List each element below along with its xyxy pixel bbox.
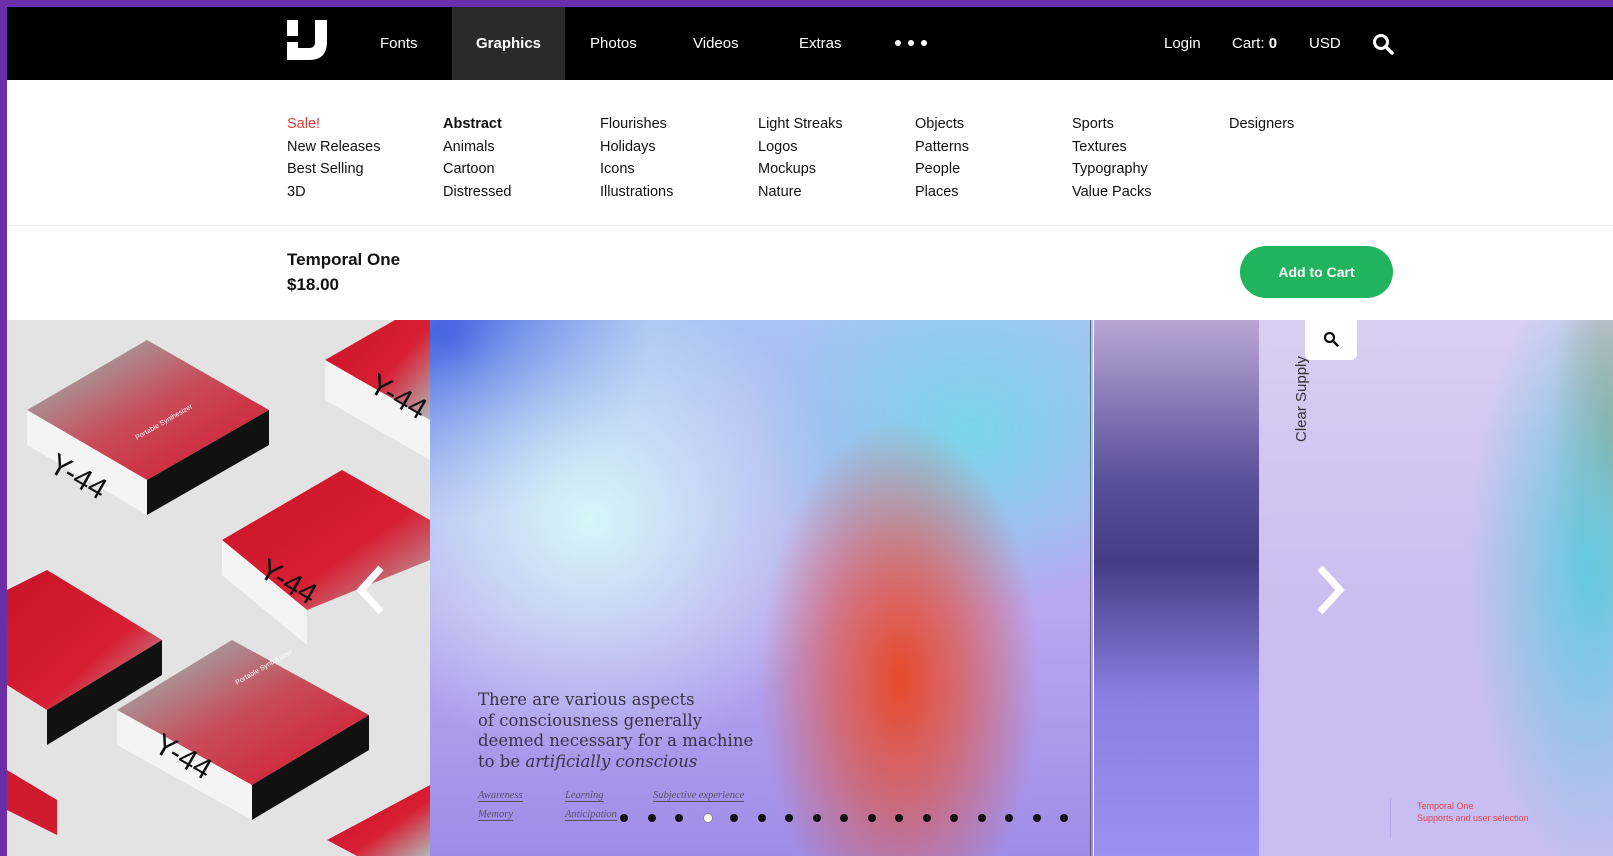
pager-dot[interactable] — [1005, 814, 1013, 822]
pager-dot[interactable] — [785, 814, 793, 822]
add-to-cart-button[interactable]: Add to Cart — [1240, 246, 1393, 298]
pager-dot[interactable] — [950, 814, 958, 822]
pager-dot[interactable] — [647, 814, 656, 822]
menu-item-value-packs[interactable]: Value Packs — [1072, 181, 1152, 204]
cart-label: Cart: — [1232, 35, 1265, 52]
pager-dot[interactable] — [840, 814, 848, 822]
pager-dot[interactable] — [620, 814, 628, 822]
quote-emphasis: artificially conscious — [525, 751, 698, 771]
slide-quote: There are various aspects of consciousne… — [478, 690, 754, 771]
cart-link[interactable]: Cart: 0 — [1232, 7, 1277, 80]
slide-caption: Temporal One Supports and user selection — [1417, 801, 1529, 823]
menu-item-best-selling[interactable]: Best Selling — [287, 158, 381, 181]
product-price: $18.00 — [287, 275, 339, 294]
pager-dot[interactable] — [867, 814, 876, 822]
pager-dot[interactable] — [675, 814, 683, 822]
menu-item-typography[interactable]: Typography — [1072, 158, 1152, 181]
caption-rule — [1390, 798, 1391, 838]
menu-item-logos[interactable]: Logos — [758, 136, 843, 159]
tag-memory: Memory — [478, 809, 513, 821]
menu-item-people[interactable]: People — [915, 158, 969, 181]
chevron-left-icon[interactable] — [351, 562, 391, 618]
gallery-slide-dark-gradient[interactable] — [1094, 320, 1259, 856]
pager-dot[interactable] — [977, 814, 986, 822]
menu-item-illustrations[interactable]: Illustrations — [600, 181, 673, 204]
zoom-icon — [1323, 331, 1339, 347]
menu-column-2: Abstract Animals Cartoon Distressed — [443, 113, 512, 203]
more-dots-icon[interactable] — [895, 33, 929, 53]
menu-item-new-releases[interactable]: New Releases — [287, 136, 381, 159]
nav-extras[interactable]: Extras — [799, 7, 842, 80]
nav-videos[interactable]: Videos — [693, 7, 739, 80]
menu-item-holidays[interactable]: Holidays — [600, 136, 673, 159]
tag-learning: Learning — [565, 790, 604, 802]
tag-subjective-experience: Subjective experience — [653, 790, 745, 802]
logo-icon[interactable] — [287, 20, 327, 60]
menu-item-distressed[interactable]: Distressed — [443, 181, 512, 204]
menu-item-abstract[interactable]: Abstract — [443, 113, 512, 136]
pager-dot[interactable] — [1032, 814, 1041, 822]
product-bar: Temporal One $18.00 Add to Cart — [7, 226, 1613, 320]
menu-item-animals[interactable]: Animals — [443, 136, 512, 159]
graphics-mega-menu: Sale! New Releases Best Selling 3D Abstr… — [7, 80, 1613, 226]
nav-fonts[interactable]: Fonts — [380, 7, 418, 80]
search-icon[interactable] — [1372, 33, 1394, 55]
tag-awareness: Awareness — [478, 790, 523, 802]
menu-item-nature[interactable]: Nature — [758, 181, 843, 204]
tag-anticipation: Anticipation — [565, 809, 617, 821]
pager-dot[interactable] — [922, 814, 931, 822]
menu-column-7: Designers — [1229, 113, 1294, 136]
menu-item-light-streaks[interactable]: Light Streaks — [758, 113, 843, 136]
menu-item-3d[interactable]: 3D — [287, 181, 381, 204]
slide-divider — [1090, 320, 1091, 856]
pager-dot[interactable] — [895, 814, 903, 822]
gallery-slide-gradient[interactable] — [430, 320, 1093, 856]
pager-dot[interactable] — [702, 813, 713, 823]
nav-graphics[interactable]: Graphics — [452, 7, 566, 80]
menu-item-patterns[interactable]: Patterns — [915, 136, 969, 159]
menu-item-places[interactable]: Places — [915, 181, 969, 204]
nav-photos[interactable]: Photos — [590, 7, 637, 80]
zoom-button[interactable] — [1305, 320, 1357, 360]
menu-item-cartoon[interactable]: Cartoon — [443, 158, 512, 181]
menu-item-icons[interactable]: Icons — [600, 158, 673, 181]
menu-column-4: Light Streaks Logos Mockups Nature — [758, 113, 843, 203]
page-frame: Fonts Graphics Photos Videos Extras Logi… — [7, 7, 1613, 856]
chevron-right-icon[interactable] — [1310, 562, 1350, 618]
top-navbar: Fonts Graphics Photos Videos Extras Logi… — [7, 7, 1613, 80]
pager-dot[interactable] — [730, 814, 738, 822]
menu-column-5: Objects Patterns People Places — [915, 113, 969, 203]
menu-item-objects[interactable]: Objects — [915, 113, 969, 136]
pager-dot[interactable] — [812, 814, 821, 822]
menu-column-3: Flourishes Holidays Icons Illustrations — [600, 113, 673, 203]
menu-item-textures[interactable]: Textures — [1072, 136, 1152, 159]
menu-item-flourishes[interactable]: Flourishes — [600, 113, 673, 136]
cart-count: 0 — [1268, 35, 1278, 52]
menu-item-sports[interactable]: Sports — [1072, 113, 1152, 136]
menu-item-sale[interactable]: Sale! — [287, 113, 381, 136]
login-link[interactable]: Login — [1164, 7, 1201, 80]
menu-column-6: Sports Textures Typography Value Packs — [1072, 113, 1152, 203]
menu-item-designers[interactable]: Designers — [1229, 113, 1294, 136]
menu-item-mockups[interactable]: Mockups — [758, 158, 843, 181]
image-gallery: Y-44 Y-44 Y-44 Y-44 Portable Synthesizer… — [7, 320, 1613, 856]
menu-column-1: Sale! New Releases Best Selling 3D — [287, 113, 381, 203]
pager-dot[interactable] — [757, 814, 766, 822]
currency-selector[interactable]: USD — [1309, 7, 1341, 80]
product-title[interactable]: Temporal One — [287, 250, 400, 270]
pager-dot[interactable] — [1060, 814, 1068, 822]
